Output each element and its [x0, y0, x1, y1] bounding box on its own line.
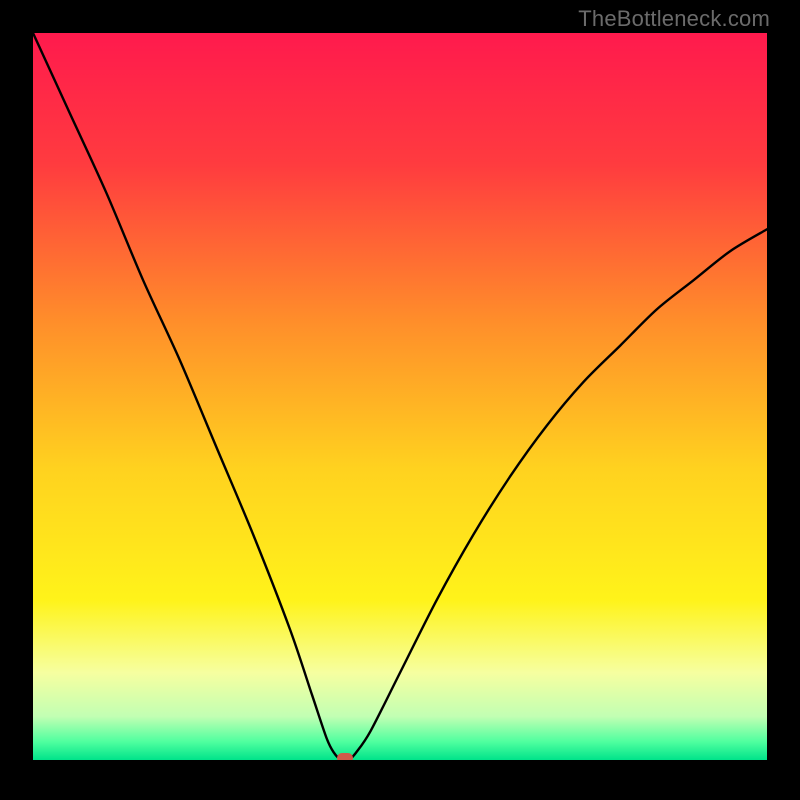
minimum-marker-icon [337, 753, 353, 760]
bottleneck-curve [33, 33, 767, 760]
plot-area [33, 33, 767, 760]
chart-frame: TheBottleneck.com [0, 0, 800, 800]
watermark-text: TheBottleneck.com [578, 6, 770, 32]
